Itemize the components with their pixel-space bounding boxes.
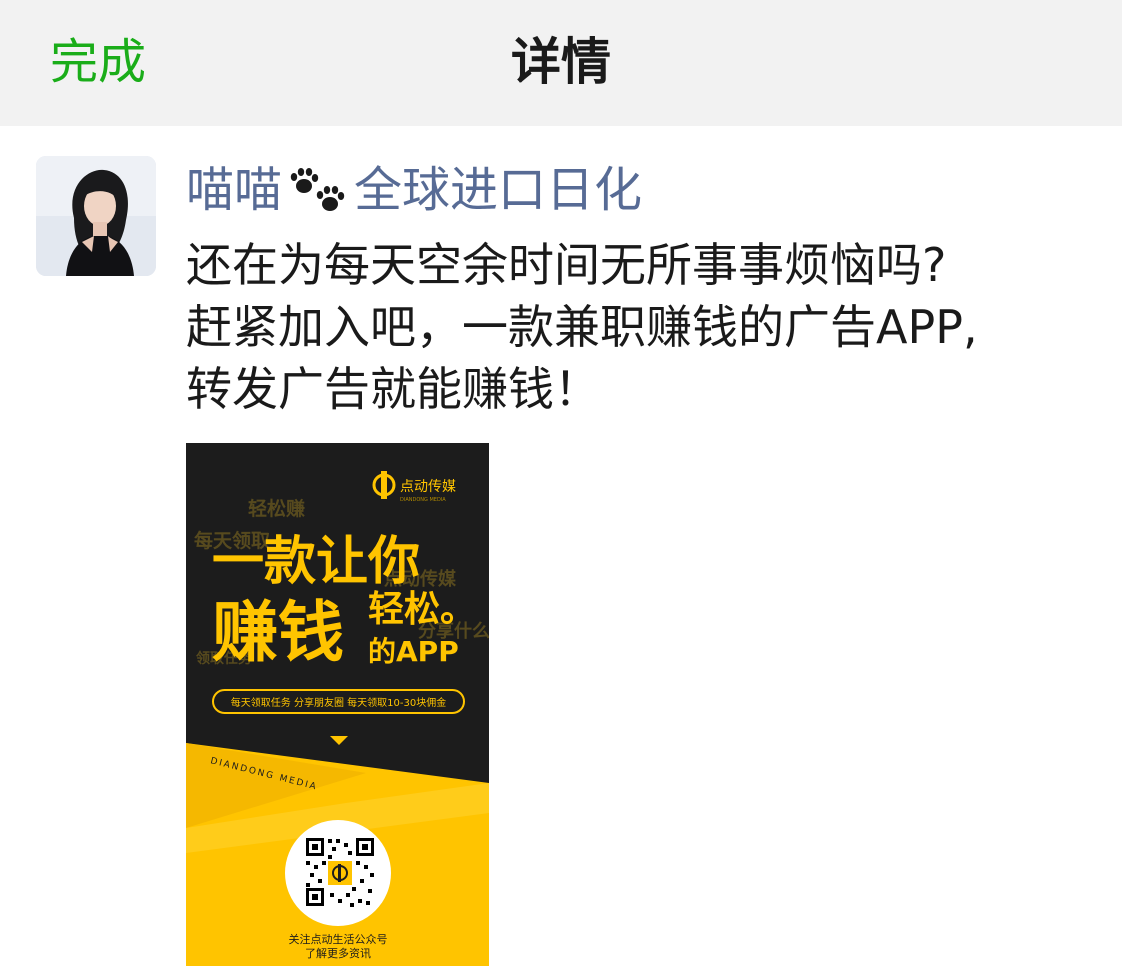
poster-bg-word: 轻松赚 [248, 497, 305, 520]
poster-graphic: 点动传媒 DIANDONG MEDIA 轻松赚 每天领取 点动传媒 分享什么 领… [186, 443, 489, 966]
poster-headline-3: 轻松。 [368, 589, 476, 630]
poster-headline-2: 赚钱 [212, 594, 344, 671]
page-title: 详情 [511, 33, 611, 91]
poster-pill-text: 每天领取任务 分享朋友圈 每天领取10-30块佣金 [231, 696, 446, 709]
post-text-line: 转发广告就能赚钱！ [186, 362, 600, 416]
poster-brand: 点动传媒 [400, 479, 456, 495]
poster-brand-sub: DIANDONG MEDIA [400, 497, 446, 503]
qr-code-icon [304, 836, 376, 908]
avatar[interactable] [36, 156, 156, 276]
author-name-suffix: 全球进口日化 [354, 162, 643, 218]
avatar-portrait [36, 156, 156, 276]
post-text-line: 还在为每天空余时间无所事事烦恼吗? [186, 238, 947, 292]
author-name[interactable]: 喵喵 全球进口日化 [186, 158, 642, 222]
post-image[interactable]: 点动传媒 DIANDONG MEDIA 轻松赚 每天领取 点动传媒 分享什么 领… [186, 443, 489, 966]
poster-headline-1: 一款让你 [212, 532, 420, 592]
navigation-bar: 完成 详情 [0, 0, 1122, 126]
poster-caption-2: 了解更多资讯 [305, 946, 371, 960]
poster-caption-1: 关注点动生活公众号 [289, 932, 388, 946]
paw-prints-icon [286, 164, 350, 216]
post-body: 还在为每天空余时间无所事事烦恼吗? 赶紧加入吧，一款兼职赚钱的广告APP, 转发… [186, 234, 1096, 420]
poster-headline-4: 的APP [368, 635, 459, 668]
author-name-prefix: 喵喵 [186, 162, 283, 218]
post-text-line: 赶紧加入吧，一款兼职赚钱的广告APP, [186, 300, 978, 354]
